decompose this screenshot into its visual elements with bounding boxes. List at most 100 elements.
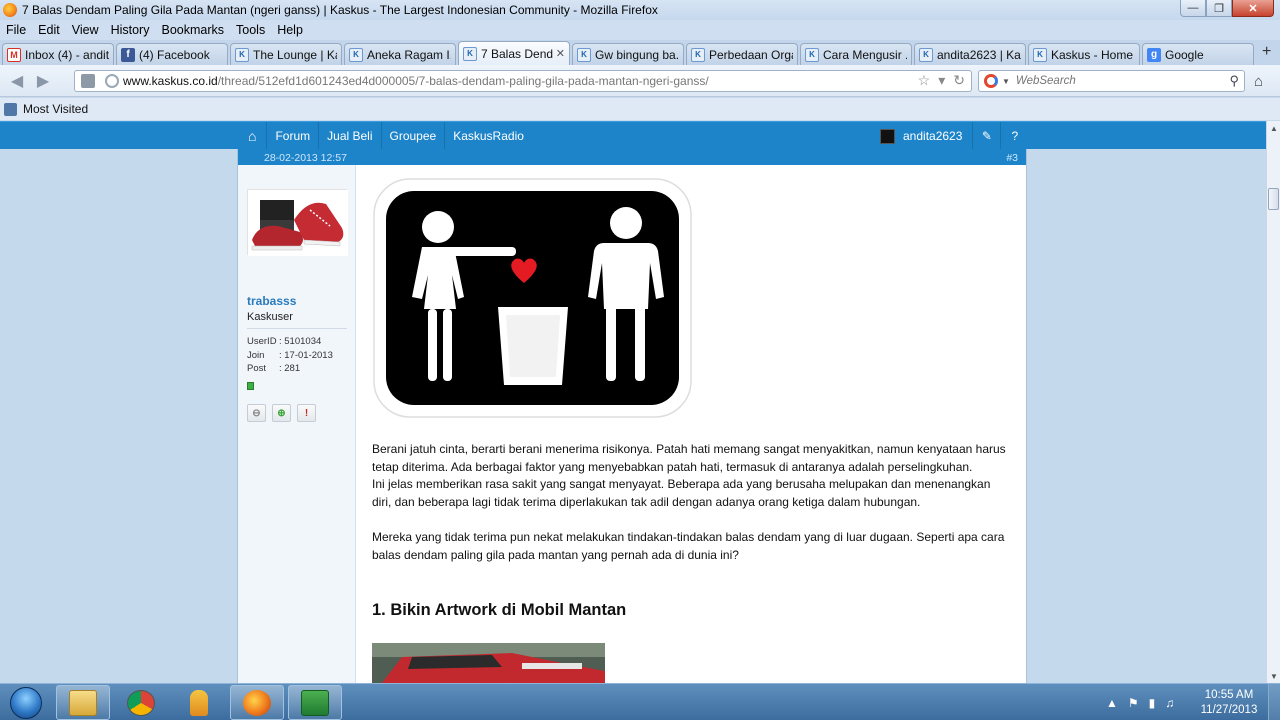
stat-post: Post: 281 — [247, 363, 301, 374]
url-text[interactable]: www.kaskus.co.id/thread/512efd1d601243ed… — [123, 74, 709, 88]
kaskus-icon: K — [805, 47, 819, 62]
forward-button[interactable]: ▶ — [30, 69, 56, 93]
search-engine-dropdown-icon[interactable]: ▼ — [1002, 77, 1010, 86]
article-paragraph: Mereka yang tidak terima pun nekat melak… — [372, 529, 1005, 562]
reload-icon[interactable]: ↻ — [953, 72, 965, 89]
help-icon[interactable]: ? — [1000, 122, 1028, 150]
menu-edit[interactable]: Edit — [32, 23, 66, 37]
menu-view[interactable]: View — [66, 23, 105, 37]
car-artwork-photo — [372, 643, 605, 683]
search-engine-icon[interactable] — [984, 74, 998, 88]
action-center-flag-icon[interactable]: ⚑ — [1128, 696, 1139, 710]
scroll-up-icon[interactable]: ▲ — [1267, 121, 1280, 135]
nav-kaskusradio[interactable]: KaskusRadio — [445, 122, 532, 150]
kaskus-home-icon[interactable]: ⌂ — [238, 122, 268, 150]
new-tab-button[interactable]: + — [1262, 43, 1271, 61]
menu-help[interactable]: Help — [271, 23, 309, 37]
back-button[interactable]: ◀ — [4, 69, 30, 93]
show-hidden-icons-icon[interactable]: ▲ — [1106, 696, 1118, 710]
url-bar[interactable]: www.kaskus.co.id/thread/512efd1d601243ed… — [74, 70, 972, 92]
tab-label: Perbedaan Orga... — [709, 47, 793, 62]
search-icon[interactable]: ⚲ — [1229, 73, 1239, 89]
menu-bar: File Edit View History Bookmarks Tools H… — [0, 20, 1280, 40]
nav-jual-beli[interactable]: Jual Beli — [319, 122, 382, 150]
report-action-icon[interactable]: ! — [297, 404, 316, 422]
bookmark-star-icon[interactable]: ☆ — [918, 72, 931, 89]
tab-strip: M Inbox (4) - andit... f (4) Facebook K … — [0, 40, 1280, 65]
google-icon: g — [1147, 47, 1161, 62]
tab-label: Cara Mengusir ... — [823, 47, 907, 62]
bookmark-most-visited[interactable]: Most Visited — [23, 102, 88, 116]
user-avatar-sneakers[interactable] — [247, 189, 348, 256]
user-stats: UserID: 5101034 Join: 17-01-2013 Post: 2… — [247, 335, 333, 376]
minimize-button[interactable]: — — [1180, 0, 1206, 17]
tab-facebook[interactable]: f (4) Facebook — [116, 43, 228, 65]
menu-history[interactable]: History — [105, 23, 156, 37]
system-clock[interactable]: 10:55 AM 11/27/2013 — [1194, 688, 1264, 718]
start-button[interactable] — [2, 685, 50, 720]
kaskus-icon: K — [691, 47, 705, 62]
maximize-button[interactable]: ❐ — [1206, 0, 1232, 17]
tab-perbedaan-orga[interactable]: K Perbedaan Orga... — [686, 43, 798, 65]
scroll-down-icon[interactable]: ▼ — [1267, 669, 1280, 683]
kaskus-icon: K — [235, 47, 249, 62]
tab-google[interactable]: g Google — [1142, 43, 1254, 65]
tab-label: Aneka Ragam I... — [367, 47, 451, 62]
taskbar-explorer[interactable] — [56, 685, 110, 720]
clock-date: 11/27/2013 — [1200, 704, 1258, 716]
menu-tools[interactable]: Tools — [230, 23, 271, 37]
message-action-icon[interactable]: ⊕ — [272, 404, 291, 422]
breakup-illustration — [372, 177, 693, 419]
tab-the-lounge[interactable]: K The Lounge | Ka... — [230, 43, 342, 65]
home-icon[interactable]: ⌂ — [1254, 73, 1263, 90]
web-search-input[interactable] — [1015, 75, 1216, 87]
tab-label: Gw bingung ba... — [595, 47, 679, 62]
page-scrollbar[interactable]: ▲ ▼ — [1266, 121, 1280, 683]
page-icon — [81, 74, 95, 88]
scroll-thumb[interactable] — [1268, 188, 1279, 210]
user-panel-divider — [247, 328, 347, 329]
menu-file[interactable]: File — [0, 23, 32, 37]
firefox-taskbar-icon — [243, 689, 271, 716]
taskbar-firefox[interactable] — [230, 685, 284, 720]
profile-action-icon[interactable]: ⊖ — [247, 404, 266, 422]
post-author-rank: Kaskuser — [247, 311, 293, 323]
tab-balas-dendam-active[interactable]: K 7 Balas Dend... ✕ — [458, 41, 570, 65]
taskbar-messenger[interactable] — [172, 685, 226, 720]
tab-gw-bingung[interactable]: K Gw bingung ba... — [572, 43, 684, 65]
nav-groupee[interactable]: Groupee — [382, 122, 446, 150]
volume-icon[interactable]: ♫ — [1165, 696, 1174, 710]
thread-post: 28-02-2013 12:57 #3 trabasss Kaskuser Us… — [237, 149, 1027, 683]
tab-label: Kaskus - Home ... — [1051, 47, 1135, 62]
gmail-icon: M — [7, 47, 21, 62]
url-path: /thread/512efd1d601243ed4d000005/7-balas… — [217, 74, 709, 88]
close-window-button[interactable]: ✕ — [1232, 0, 1274, 17]
site-identity-icon[interactable] — [105, 74, 119, 88]
logged-in-username[interactable]: andita2623 — [903, 129, 962, 143]
taskbar-chrome[interactable] — [114, 685, 168, 720]
section-heading: 1. Bikin Artwork di Mobil Mantan — [372, 601, 627, 619]
kaskus-icon: K — [463, 46, 477, 61]
close-tab-icon[interactable]: ✕ — [553, 47, 565, 60]
menu-bookmarks[interactable]: Bookmarks — [155, 23, 230, 37]
page-viewport: ⌂ Forum Jual Beli Groupee KaskusRadio an… — [0, 121, 1266, 683]
user-actions: ⊖ ⊕ ! — [247, 404, 316, 422]
tab-cara-mengusir[interactable]: K Cara Mengusir ... — [800, 43, 912, 65]
navigation-toolbar: ◀ ▶ www.kaskus.co.id/thread/512efd1d6012… — [0, 65, 1280, 97]
url-dropdown-icon[interactable]: ▾ — [938, 72, 945, 89]
nav-forum[interactable]: Forum — [267, 122, 320, 150]
taskbar-excel[interactable] — [288, 685, 342, 720]
web-search-bar[interactable]: ▼ ⚲ — [978, 70, 1245, 92]
network-signal-icon[interactable]: ▮ — [1149, 696, 1156, 710]
tab-gmail-inbox[interactable]: M Inbox (4) - andit... — [2, 43, 114, 65]
tab-label: andita2623 | Kas... — [937, 47, 1021, 62]
tab-label: 7 Balas Dend... — [481, 46, 553, 61]
user-avatar-icon[interactable] — [880, 128, 895, 144]
show-desktop-button[interactable] — [1268, 684, 1280, 720]
tab-aneka-ragam[interactable]: K Aneka Ragam I... — [344, 43, 456, 65]
kaskus-icon: K — [1033, 47, 1047, 62]
post-author-name[interactable]: trabasss — [247, 294, 296, 308]
tab-andita-profile[interactable]: K andita2623 | Kas... — [914, 43, 1026, 65]
tab-kaskus-home[interactable]: K Kaskus - Home ... — [1028, 43, 1140, 65]
pencil-icon[interactable]: ✎ — [972, 122, 1000, 150]
